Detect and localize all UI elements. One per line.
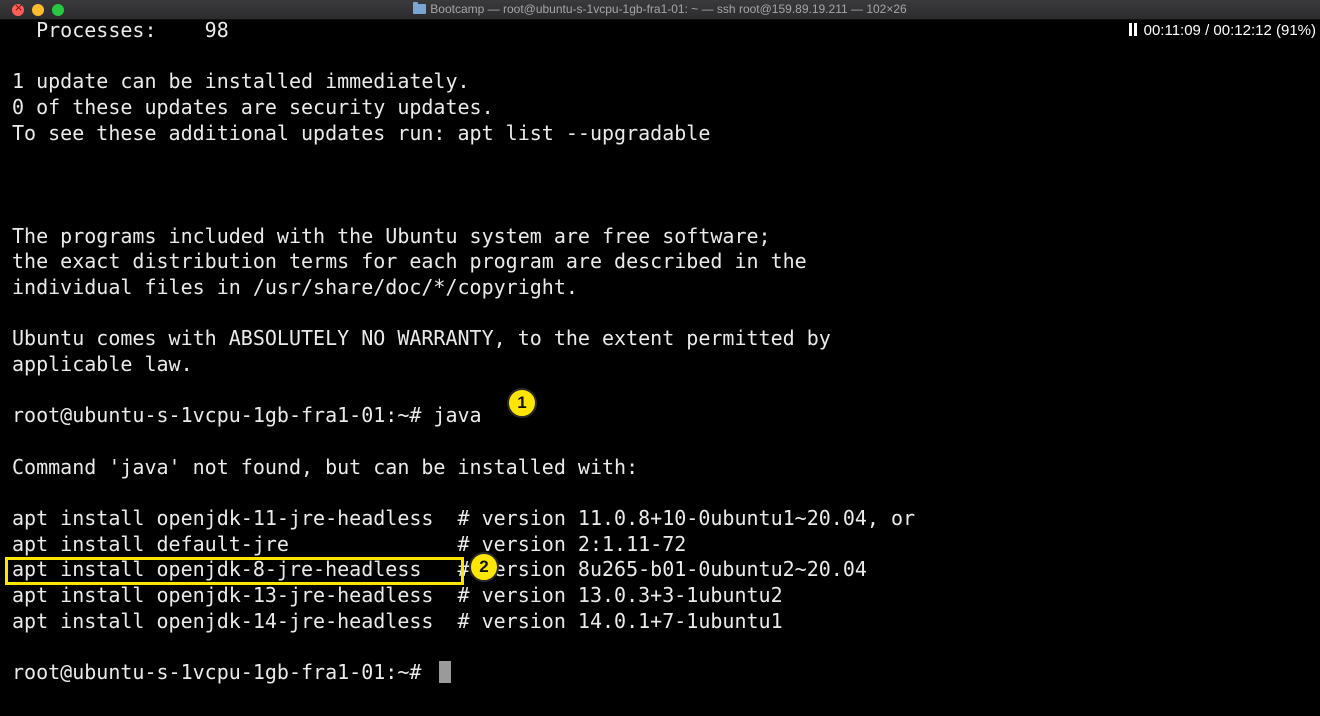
folder-icon	[413, 2, 427, 14]
annotation-badge-1: 1	[507, 388, 537, 418]
elapsed-time: 00:11:09	[1143, 22, 1201, 39]
terminal-current-prompt: root@ubuntu-s-1vcpu-1gb-fra1-01:~#	[12, 660, 1312, 686]
text-cursor	[439, 661, 452, 684]
window-title-text: Bootcamp — root@ubuntu-s-1vcpu-1gb-fra1-…	[430, 2, 907, 16]
terminal-line: apt install openjdk-13-jre-headless # ve…	[12, 583, 783, 608]
terminal-line: apt install default-jre # version 2:1.11…	[12, 531, 687, 556]
title-bar[interactable]: Bootcamp — root@ubuntu-s-1vcpu-1gb-fra1-…	[0, 0, 1320, 20]
total-time: 00:12:12	[1213, 22, 1272, 39]
terminal-output[interactable]: Processes: 98 1 update can be installed i…	[12, 18, 1312, 686]
terminal-window: Bootcamp — root@ubuntu-s-1vcpu-1gb-fra1-…	[0, 0, 1320, 716]
terminal-line: the exact distribution terms for each pr…	[12, 249, 807, 274]
terminal-line: individual files in /usr/share/doc/*/cop…	[12, 274, 578, 299]
progress-percent: (91%)	[1275, 22, 1316, 39]
pause-icon[interactable]	[1128, 23, 1138, 36]
terminal-line: The programs included with the Ubuntu sy…	[12, 223, 771, 248]
terminal-line: Command 'java' not found, but can be ins…	[12, 454, 639, 479]
terminal-line: Processes: 98	[12, 18, 229, 42]
highlight-box	[5, 557, 464, 585]
terminal-line: 1 update can be installed immediately.	[12, 69, 470, 94]
terminal-line: applicable law.	[12, 351, 193, 376]
playback-status: 00:11:09 / 00:12:12 (91%)	[1124, 20, 1320, 42]
terminal-line: To see these additional updates run: apt…	[12, 120, 711, 145]
annotation-badge-2: 2	[469, 552, 499, 582]
terminal-line: apt install openjdk-14-jre-headless # ve…	[12, 608, 783, 633]
time-separator: /	[1205, 22, 1210, 39]
prompt-text: root@ubuntu-s-1vcpu-1gb-fra1-01:~#	[12, 660, 434, 685]
terminal-line: 0 of these updates are security updates.	[12, 95, 494, 120]
terminal-line: Ubuntu comes with ABSOLUTELY NO WARRANTY…	[12, 326, 831, 351]
terminal-line: apt install openjdk-11-jre-headless # ve…	[12, 506, 916, 531]
terminal-prompt-line: root@ubuntu-s-1vcpu-1gb-fra1-01:~# java	[12, 403, 482, 428]
window-title: Bootcamp — root@ubuntu-s-1vcpu-1gb-fra1-…	[0, 2, 1320, 16]
